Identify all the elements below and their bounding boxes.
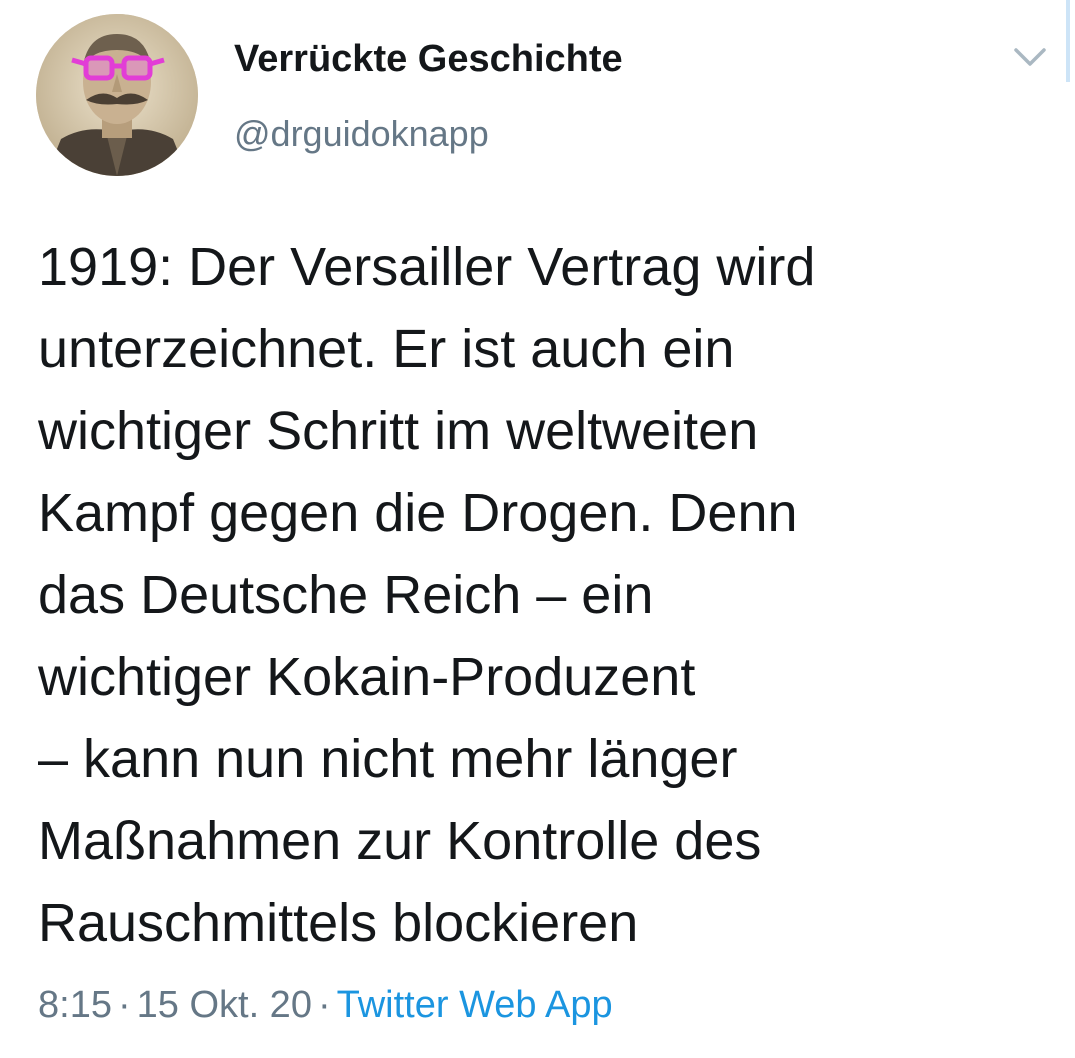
avatar[interactable]	[36, 14, 198, 176]
tweet-text: 1919: Der Versailler Vertrag wird unterz…	[38, 226, 1038, 964]
tweet-date[interactable]: 15 Okt. 20	[137, 984, 312, 1026]
source-link[interactable]: Twitter Web App	[337, 984, 613, 1026]
user-handle[interactable]: @drguidoknapp	[234, 113, 489, 155]
tweet-line: Rauschmittels blockieren	[38, 893, 639, 953]
tweet-line: Kampf gegen die Drogen. Denn	[38, 483, 798, 543]
scroll-indicator	[1066, 0, 1070, 82]
display-name[interactable]: Verrückte Geschichte	[234, 38, 623, 81]
tweet-line: wichtiger Kokain-Produzent	[38, 647, 696, 707]
tweet-line: unterzeichnet. Er ist auch ein	[38, 319, 735, 379]
tweet-line: Maßnahmen zur Kontrolle des	[38, 811, 762, 871]
tweet-line: – kann nun nicht mehr länger	[38, 729, 738, 789]
tweet-metadata: 8:15 · 15 Okt. 20 · Twitter Web App	[38, 984, 613, 1027]
tweet-time[interactable]: 8:15	[38, 984, 112, 1026]
tweet-line: wichtiger Schritt im weltweiten	[38, 401, 759, 461]
meta-separator: ·	[317, 984, 331, 1026]
portrait-icon	[36, 14, 198, 176]
chevron-down-icon[interactable]	[1010, 42, 1050, 72]
tweet-line: das Deutsche Reich – ein	[38, 565, 654, 625]
tweet-line: 1919: Der Versailler Vertrag wird	[38, 237, 816, 297]
meta-separator: ·	[117, 984, 131, 1026]
